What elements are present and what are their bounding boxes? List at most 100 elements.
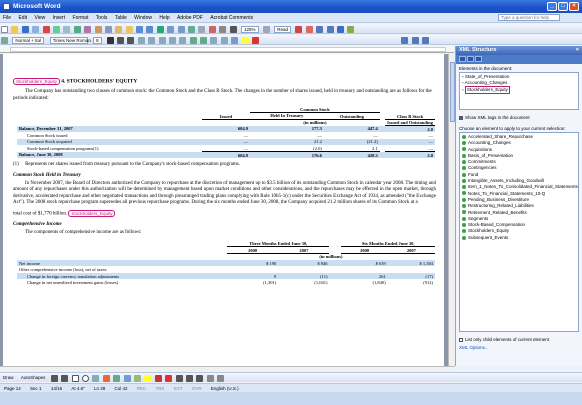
status-ext[interactable]: EXT [170,384,187,391]
font-select[interactable]: Times New Roman [49,36,91,44]
pdf-email-icon[interactable] [411,36,419,44]
forward-icon[interactable] [467,56,474,62]
3d-icon[interactable] [217,374,225,382]
track-changes-icon[interactable] [305,25,313,33]
bullets-icon[interactable] [200,36,208,44]
menu-insert[interactable]: Insert [50,13,69,21]
dash-style-icon[interactable] [185,374,193,382]
menu-adobe-pdf[interactable]: Adobe PDF [174,13,206,21]
copy-icon[interactable] [104,25,112,33]
font-color-icon-draw[interactable] [165,374,173,382]
research-icon[interactable] [84,25,92,33]
zoom-select[interactable]: 125% [240,25,259,33]
back-icon[interactable] [459,56,466,62]
print-icon[interactable] [52,25,60,33]
close-button[interactable]: × [569,2,579,11]
spelling-icon[interactable] [73,25,81,33]
style-select[interactable]: Normal + Ital [12,36,45,44]
show-hide-icon[interactable] [229,25,237,33]
italic-icon[interactable] [116,36,124,44]
align-left-icon[interactable] [137,36,145,44]
menu-acrobat-comments[interactable]: Acrobat Comments [207,13,256,21]
insert-excel-icon[interactable] [188,25,196,33]
line-spacing-icon[interactable] [179,36,187,44]
font-size-select[interactable]: 8 [93,36,103,44]
diagram-icon[interactable] [113,374,121,382]
minimize-button[interactable]: _ [547,2,557,11]
line-icon[interactable] [50,374,58,382]
line-style-icon[interactable] [175,374,183,382]
document-map-icon[interactable] [219,25,227,33]
oval-icon[interactable] [82,374,89,382]
rectangle-icon[interactable] [71,374,79,382]
redo-icon[interactable] [146,25,154,33]
reviewing-icon[interactable] [295,25,303,33]
decrease-indent-icon[interactable] [210,36,218,44]
list-only-checkbox[interactable] [459,337,463,342]
arrow-icon[interactable] [61,374,69,382]
clipart-icon[interactable] [123,374,131,382]
xml-options-link[interactable]: XML Options... [456,343,582,351]
draw-menu[interactable]: Draw [0,373,17,380]
menu-format[interactable]: Format [70,13,92,21]
columns-icon[interactable] [198,25,206,33]
comment-icon[interactable] [316,25,324,33]
font-color-icon[interactable] [252,36,260,44]
help-icon[interactable] [262,25,270,33]
vertical-scrollbar[interactable] [448,54,455,366]
autoshapes-menu[interactable]: AutoShapes [18,373,49,380]
text-box-icon[interactable] [92,374,100,382]
document-page[interactable]: Stockholders_Equity 4. STOCKHOLDERS' EQU… [3,54,444,366]
xml-tag-stockholders-equity-close[interactable]: Stockholders_Equity [68,209,116,217]
show-tags-checkbox[interactable] [459,115,463,120]
element-list[interactable]: Accelerated_Share_Repurchase Accounting_… [459,132,579,332]
new-document-icon[interactable] [1,25,8,33]
highlight-icon[interactable] [241,36,249,44]
permission-icon[interactable] [32,25,40,33]
hyperlink-icon[interactable] [156,25,164,33]
cut-icon[interactable] [94,25,102,33]
increase-indent-icon[interactable] [220,36,228,44]
picture-icon[interactable] [133,374,141,382]
help-search-input[interactable]: Type a question for help [498,14,560,21]
undo-icon[interactable] [136,25,144,33]
xml-tag-stockholders-equity[interactable]: Stockholders_Equity [13,78,61,85]
status-rec[interactable]: REC [133,384,151,391]
pdf-icon[interactable] [42,25,50,33]
show-tags-option[interactable]: Show XML tags in the document [456,113,582,121]
align-center-icon[interactable] [148,36,156,44]
menu-edit[interactable]: Edit [15,13,30,21]
open-folder-icon[interactable] [11,25,19,33]
mail-icon[interactable] [337,25,344,33]
insert-table-icon[interactable] [177,25,185,33]
print-preview-icon[interactable] [63,25,71,33]
maximize-button[interactable]: □ [558,2,568,11]
pdf-review-icon[interactable] [422,36,430,44]
status-trk[interactable]: TRK [152,384,169,391]
menu-view[interactable]: View [31,13,48,21]
menu-table[interactable]: Table [112,13,130,21]
pdf-convert-icon[interactable] [401,36,409,44]
status-language[interactable]: English (U.S.) [207,384,243,391]
macro-icon[interactable] [347,25,355,33]
line-color-icon[interactable] [154,374,162,382]
numbering-icon[interactable] [189,36,197,44]
tables-borders-icon[interactable] [167,25,175,33]
list-item[interactable]: Subsequent_Events [462,235,576,241]
shadow-icon[interactable] [206,374,214,382]
horizontal-ruler[interactable] [0,46,454,53]
align-right-icon[interactable] [158,36,166,44]
border-icon[interactable] [231,36,239,44]
styles-pane-icon[interactable] [1,36,8,44]
save-icon[interactable] [21,25,29,33]
close-icon[interactable]: × [576,47,579,53]
drawing-icon[interactable] [208,25,216,33]
bold-icon[interactable] [106,36,114,44]
xml-element-tree[interactable]: ▫ State_of_Presentation ▫ Accounting_Cha… [459,72,579,110]
accept-change-icon[interactable] [326,25,334,33]
list-only-option[interactable]: List only child elements of current elem… [456,335,582,343]
menu-tools[interactable]: Tools [93,13,111,21]
tree-item-selected[interactable]: ▫ Stockholders_Equity [462,86,576,94]
arrow-style-icon[interactable] [196,374,204,382]
format-painter-icon[interactable] [125,25,133,33]
